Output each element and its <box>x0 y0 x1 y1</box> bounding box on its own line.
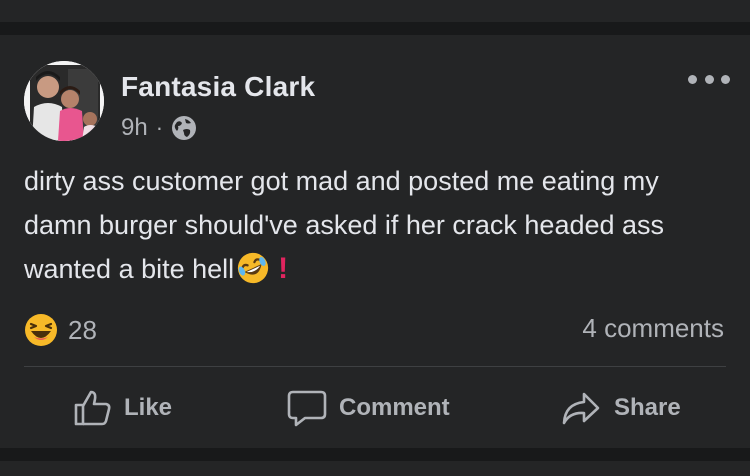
reaction-count: 28 <box>68 314 97 345</box>
red-exclamation-mark-emoji: ! <box>278 252 289 285</box>
next-post-edge <box>0 461 750 476</box>
post-actions: Like Comment Share <box>0 383 750 433</box>
comment-label: Comment <box>339 394 450 421</box>
rolling-on-the-floor-laughing-emoji <box>238 252 269 284</box>
like-button[interactable]: Like <box>72 383 172 433</box>
post-text: dirty ass customer got mad and posted me… <box>24 166 665 284</box>
share-label: Share <box>614 394 681 421</box>
post-body: dirty ass customer got mad and posted me… <box>24 159 724 291</box>
reaction-summary[interactable]: 28 <box>24 311 97 349</box>
comments-count[interactable]: 4 comments <box>582 313 724 344</box>
like-label: Like <box>124 394 173 421</box>
post-card: Fantasia Clark 9h · dirty ass customer g… <box>0 35 750 448</box>
share-button[interactable]: Share <box>560 383 681 433</box>
share-arrow-icon <box>562 392 600 425</box>
more-options-icon[interactable] <box>688 69 730 89</box>
laughing-face-icon <box>25 314 57 346</box>
comment-button[interactable]: Comment <box>287 383 450 433</box>
post-timestamp[interactable]: 9h <box>121 114 148 142</box>
previous-post-edge <box>0 0 750 22</box>
author-name[interactable]: Fantasia Clark <box>121 71 315 103</box>
comment-bubble-icon <box>287 390 327 427</box>
globe-icon[interactable] <box>171 115 197 141</box>
divider <box>24 366 726 367</box>
avatar[interactable] <box>24 61 104 141</box>
meta-separator: · <box>155 115 164 140</box>
post-meta: 9h · <box>121 113 197 143</box>
thumbs-up-icon <box>74 390 111 426</box>
